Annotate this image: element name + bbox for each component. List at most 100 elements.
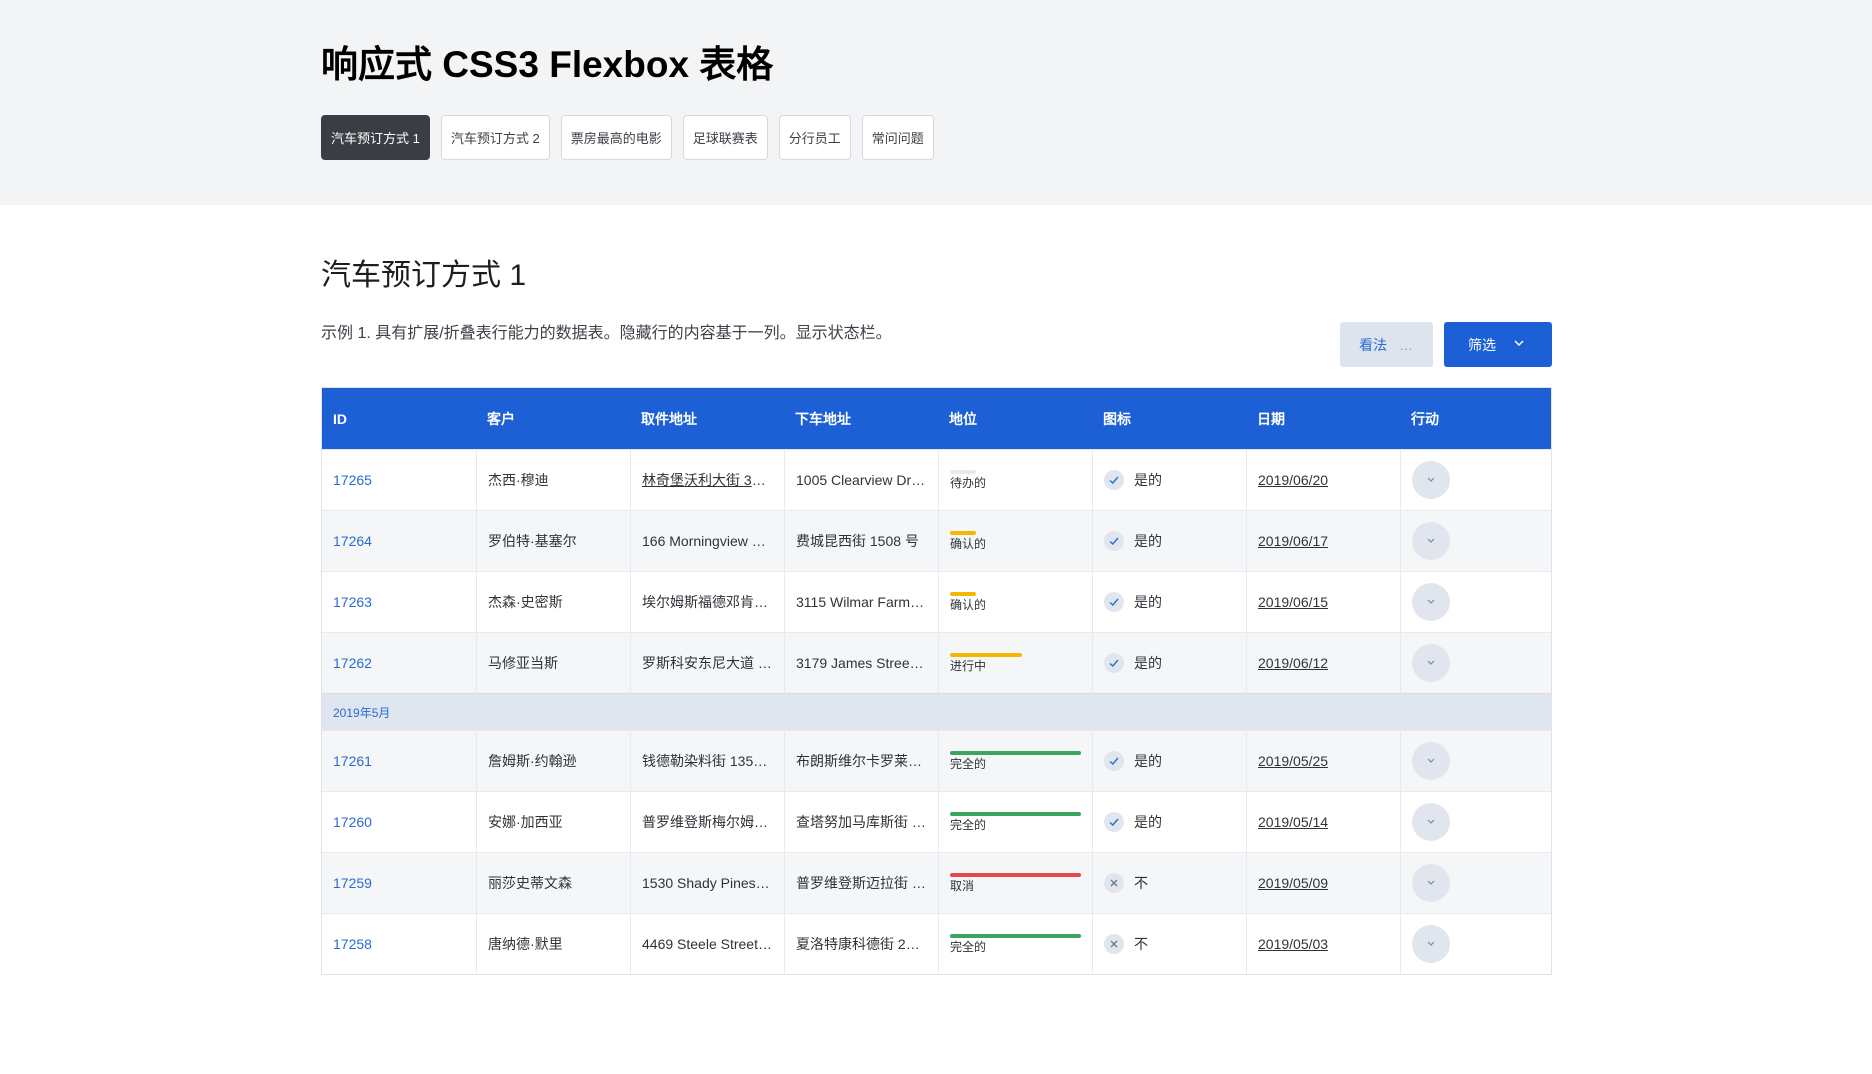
table-row: 17264 罗伯特·基塞尔 166 Morningview L… 费城昆西街 1508… xyxy=(322,510,1551,571)
customer-cell: 马修亚当斯 xyxy=(476,633,630,693)
booking-id-link[interactable]: 17262 xyxy=(333,655,372,671)
date-link[interactable]: 2019/05/03 xyxy=(1258,936,1328,952)
pickup-address[interactable]: 林奇堡沃利大街 37… xyxy=(642,470,773,490)
pickup-address: 埃尔姆斯福德邓肯… xyxy=(642,594,768,610)
icon-label: 是的 xyxy=(1134,655,1162,671)
dropoff-address: 1005 Clearview Driv… xyxy=(796,472,927,488)
status-label: 完全的 xyxy=(950,940,987,954)
tab-1[interactable]: 汽车预订方式 1 xyxy=(321,115,430,160)
table-header-row: ID 客户 取件地址 下车地址 地位 图标 日期 行动 xyxy=(322,388,1551,449)
booking-id-link[interactable]: 17258 xyxy=(333,936,372,952)
pickup-cell: 4469 Steele Street, … xyxy=(630,914,784,974)
customer-cell: 安娜·加西亚 xyxy=(476,792,630,852)
pickup-cell: 林奇堡沃利大街 37… xyxy=(630,450,784,510)
expand-row-button[interactable] xyxy=(1412,644,1450,682)
date-link[interactable]: 2019/05/25 xyxy=(1258,753,1328,769)
check-icon xyxy=(1104,812,1124,832)
icon-cell: 不 xyxy=(1092,853,1246,913)
booking-id-link[interactable]: 17265 xyxy=(333,472,372,488)
expand-row-button[interactable] xyxy=(1412,461,1450,499)
dropoff-cell: 3179 James Street,… xyxy=(784,633,938,693)
pickup-cell: 钱德勒染料街 1354 … xyxy=(630,731,784,791)
dropoff-address: 普罗维登斯迈拉街 … xyxy=(796,875,926,891)
status-label: 进行中 xyxy=(950,659,987,673)
group-row-may: 2019年5月 xyxy=(322,693,1551,730)
dropoff-cell: 1005 Clearview Driv… xyxy=(784,450,938,510)
date-cell: 2019/05/03 xyxy=(1246,914,1400,974)
booking-id-link[interactable]: 17259 xyxy=(333,875,372,891)
check-icon xyxy=(1104,653,1124,673)
dropoff-cell: 布朗斯维尔卡罗莱… xyxy=(784,731,938,791)
icon-cell: 是的 xyxy=(1092,572,1246,632)
date-link[interactable]: 2019/06/15 xyxy=(1258,594,1328,610)
expand-row-button[interactable] xyxy=(1412,522,1450,560)
action-cell xyxy=(1400,633,1553,693)
check-icon xyxy=(1104,531,1124,551)
column-header: 客户 xyxy=(487,410,515,427)
booking-id-link[interactable]: 17261 xyxy=(333,753,372,769)
pickup-cell: 罗斯科安东尼大道 … xyxy=(630,633,784,693)
status-indicator: 完全的 xyxy=(950,812,1081,832)
status-indicator: 确认的 xyxy=(950,592,1081,612)
chevron-down-icon xyxy=(1424,875,1438,892)
date-link[interactable]: 2019/06/20 xyxy=(1258,472,1328,488)
action-cell xyxy=(1400,792,1553,852)
tab-5[interactable]: 分行员工 xyxy=(778,115,851,160)
chevron-down-icon xyxy=(1514,340,1524,347)
dropoff-cell: 夏洛特康科德街 23… xyxy=(784,914,938,974)
booking-id-link[interactable]: 17264 xyxy=(333,533,372,549)
icon-cell: 是的 xyxy=(1092,731,1246,791)
icon-cell: 不 xyxy=(1092,914,1246,974)
status-cell: 取消 xyxy=(938,853,1092,913)
dropoff-address: 3115 Wilmar Farm … xyxy=(796,594,927,610)
dropoff-cell: 3115 Wilmar Farm … xyxy=(784,572,938,632)
action-cell xyxy=(1400,914,1553,974)
date-cell: 2019/05/09 xyxy=(1246,853,1400,913)
booking-id-link[interactable]: 17263 xyxy=(333,594,372,610)
date-link[interactable]: 2019/06/17 xyxy=(1258,533,1328,549)
icon-label: 是的 xyxy=(1134,594,1162,610)
date-link[interactable]: 2019/05/14 xyxy=(1258,814,1328,830)
status-bar xyxy=(950,531,977,535)
tab-2[interactable]: 汽车预订方式 2 xyxy=(440,115,550,160)
expand-row-button[interactable] xyxy=(1412,583,1450,621)
date-cell: 2019/05/14 xyxy=(1246,792,1400,852)
tab-6[interactable]: 常问问题 xyxy=(861,115,934,160)
status-bar xyxy=(950,873,1081,877)
filter-button[interactable]: 筛选 xyxy=(1444,322,1552,367)
expand-row-button[interactable] xyxy=(1412,742,1450,780)
expand-row-button[interactable] xyxy=(1412,864,1450,902)
date-cell: 2019/06/15 xyxy=(1246,572,1400,632)
chevron-down-icon xyxy=(1424,753,1438,770)
status-label: 待办的 xyxy=(950,476,987,490)
id-cell: 17265 xyxy=(322,450,476,510)
icon-label: 是的 xyxy=(1134,814,1162,830)
dropoff-cell: 费城昆西街 1508 号 xyxy=(784,511,938,571)
close-icon xyxy=(1104,934,1124,954)
section-title: 汽车预订方式 1 xyxy=(321,259,527,292)
chevron-down-icon xyxy=(1424,594,1438,611)
status-bar xyxy=(950,592,977,596)
booking-id-link[interactable]: 17260 xyxy=(333,814,372,830)
expand-row-button[interactable] xyxy=(1412,925,1450,963)
status-label: 确认的 xyxy=(950,537,987,551)
chevron-down-icon xyxy=(1424,472,1438,489)
check-icon xyxy=(1104,751,1124,771)
dropoff-cell: 普罗维登斯迈拉街 … xyxy=(784,853,938,913)
action-cell xyxy=(1400,731,1553,791)
id-cell: 17261 xyxy=(322,731,476,791)
date-link[interactable]: 2019/06/12 xyxy=(1258,655,1328,671)
status-indicator: 待办的 xyxy=(950,470,1081,490)
date-link[interactable]: 2019/05/09 xyxy=(1258,875,1328,891)
check-icon xyxy=(1104,470,1124,490)
tab-3[interactable]: 票房最高的电影 xyxy=(560,115,672,160)
dropoff-address: 费城昆西街 1508 号 xyxy=(796,533,919,549)
view-button[interactable]: 看法 … xyxy=(1340,322,1433,367)
id-cell: 17263 xyxy=(322,572,476,632)
tab-4[interactable]: 足球联赛表 xyxy=(682,115,768,160)
action-cell xyxy=(1400,853,1553,913)
customer-cell: 杰西·穆迪 xyxy=(476,450,630,510)
id-cell: 17262 xyxy=(322,633,476,693)
expand-row-button[interactable] xyxy=(1412,803,1450,841)
table-row: 17261 詹姆斯·约翰逊 钱德勒染料街 1354 … 布朗斯维尔卡罗莱… 完全的 是的 2… xyxy=(322,730,1551,791)
